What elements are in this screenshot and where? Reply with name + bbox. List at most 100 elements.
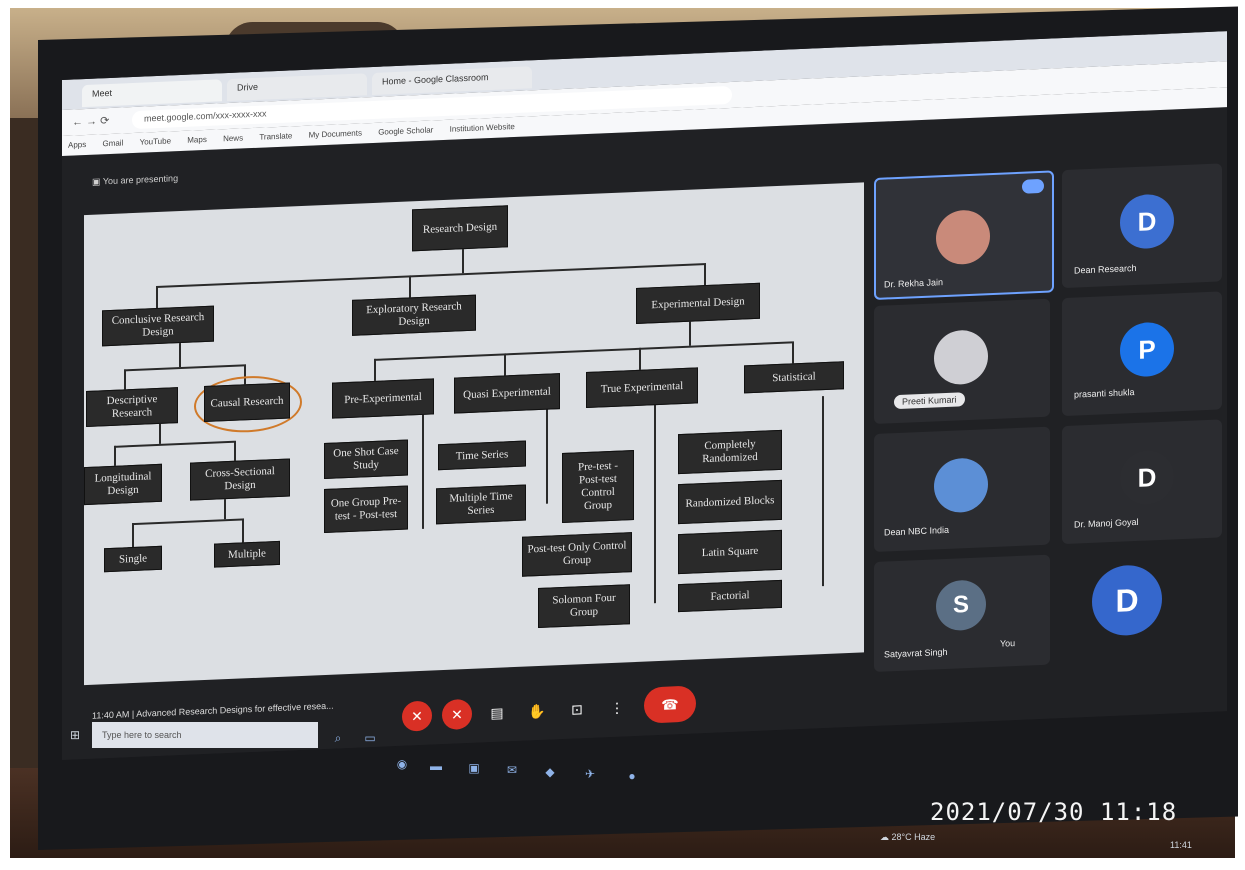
connector-line	[504, 353, 506, 376]
bookmark-item[interactable]: Maps	[187, 135, 207, 145]
camera-timestamp: 2021/07/30 11:18	[930, 798, 1178, 826]
participant-name: Dr. Rekha Jain	[884, 277, 944, 290]
participant-name: You	[1000, 638, 1016, 649]
monitor-screen: Meet Drive Home - Google Classroom ← → ⟳…	[62, 31, 1227, 760]
connector-line	[374, 341, 792, 361]
diagram-node-factorial: Factorial	[678, 579, 782, 613]
bookmark-item[interactable]: YouTube	[140, 136, 171, 146]
connector-line	[704, 263, 706, 286]
avatar: P	[1120, 321, 1174, 378]
diagram-node-root: Research Design	[412, 205, 508, 252]
participant-tile[interactable]: Dr. Rekha Jain	[874, 170, 1054, 300]
back-forward-icon[interactable]: ← → ⟳	[72, 114, 109, 129]
presenting-banner: ▣ You are presenting	[92, 173, 178, 188]
connector-line	[132, 518, 242, 526]
search-icon[interactable]: ⌕	[328, 728, 348, 748]
diagram-node-statistical: Statistical	[744, 361, 844, 394]
diagram-node-cross-sectional: Cross-Sectional Design	[190, 458, 290, 501]
hang-up-icon: ☎	[661, 695, 679, 713]
connector-line	[792, 341, 794, 364]
participant-tile[interactable]: Dean NBC India	[874, 426, 1050, 552]
participant-name: Dean NBC India	[884, 524, 950, 538]
diagram-node-pre-experimental: Pre-Experimental	[332, 378, 434, 419]
diagram-node-time-series: Time Series	[438, 440, 526, 471]
diagram-node-multiple-time-series: Multiple Time Series	[436, 484, 526, 525]
participant-tile[interactable]: P prasanti shukla	[1062, 291, 1222, 417]
taskbar: ⊞ Type here to search ⌕ ▭ ◉ ▬ ▣ ✉ ◆ ✈ ●	[70, 718, 710, 783]
connector-line	[224, 499, 226, 520]
connector-line	[242, 518, 244, 543]
avatar	[934, 457, 988, 514]
diagram-node-solomon: Solomon Four Group	[538, 584, 630, 629]
app-icon[interactable]: ✈	[580, 764, 600, 784]
diagram-node-quasi-experimental: Quasi Experimental	[454, 373, 560, 414]
tray-weather: ☁ 28°C Haze	[880, 832, 935, 843]
diagram-node-experimental: Experimental Design	[636, 282, 760, 324]
connector-line	[156, 285, 158, 309]
participant-tile[interactable]: D Dr. Manoj Goyal	[1062, 419, 1222, 545]
diagram-node-true-experimental: True Experimental	[586, 367, 698, 409]
diagram-node-randomized-blocks: Randomized Blocks	[678, 479, 782, 525]
windows-start-icon[interactable]: ⊞	[70, 728, 84, 742]
meeting-name: Advanced Research Designs for effective …	[136, 700, 334, 719]
connector-line	[114, 445, 116, 466]
speaking-indicator-icon	[1022, 178, 1044, 194]
participant-tile[interactable]: D Dean Research	[1062, 163, 1222, 289]
avatar	[934, 329, 988, 386]
connector-line	[124, 364, 244, 372]
participant-tile[interactable]: S Satyavrat Singh	[874, 554, 1050, 672]
participant-name: Preeti Kumari	[894, 392, 965, 410]
participant-name: Dr. Manoj Goyal	[1074, 516, 1139, 530]
present-icon: ▣	[92, 176, 103, 187]
connector-line	[374, 358, 376, 381]
taskbar-search-input[interactable]: Type here to search	[92, 722, 318, 748]
connector-line	[462, 249, 464, 274]
connector-line	[179, 343, 181, 368]
bookmark-item[interactable]: My Documents	[309, 128, 362, 139]
tray-clock: 11:41	[1170, 840, 1192, 850]
participant-name: Dean Research	[1074, 262, 1137, 276]
bookmark-item[interactable]: Apps	[68, 140, 86, 150]
connector-line	[822, 396, 824, 587]
chrome-icon[interactable]: ●	[622, 766, 642, 786]
mail-icon[interactable]: ✉	[502, 760, 522, 780]
connector-line	[546, 407, 548, 504]
diagram-node-causal: Causal Research	[204, 382, 290, 423]
diagram-node-latin-square: Latin Square	[678, 529, 782, 575]
edge-browser-icon[interactable]: ◉	[392, 754, 412, 774]
browser-tab-meet[interactable]: Meet	[82, 79, 222, 108]
diagram-node-conclusive: Conclusive Research Design	[102, 305, 214, 347]
diagram-node-descriptive: Descriptive Research	[86, 387, 178, 427]
participant-name: prasanti shukla	[1074, 387, 1135, 400]
participant-tile-self[interactable]: D You	[1000, 547, 1222, 664]
connector-line	[409, 275, 411, 298]
connector-line	[132, 522, 134, 548]
bookmark-item[interactable]: News	[223, 133, 243, 143]
bookmark-item[interactable]: Translate	[259, 131, 292, 141]
avatar: D	[1120, 193, 1174, 250]
diagram-node-pretest-posttest: Pre-test - Post-test Control Group	[562, 450, 634, 524]
diagram-node-multiple: Multiple	[214, 540, 280, 568]
shared-slide: Research Design Conclusive Research Desi…	[84, 182, 864, 686]
store-icon[interactable]: ▣	[464, 758, 484, 778]
diagram-node-one-shot: One Shot Case Study	[324, 439, 408, 480]
diagram-node-single: Single	[104, 545, 162, 573]
weather-icon: ☁	[880, 832, 892, 842]
avatar: D	[1120, 449, 1174, 506]
connector-line	[124, 369, 126, 390]
browser-tab-drive[interactable]: Drive	[227, 73, 367, 102]
task-view-icon[interactable]: ▭	[360, 728, 380, 748]
weather-text: 28°C Haze	[891, 832, 936, 842]
file-explorer-icon[interactable]: ▬	[426, 756, 446, 776]
bookmark-item[interactable]: Gmail	[102, 138, 123, 148]
connector-line	[654, 403, 656, 604]
bookmark-item[interactable]: Google Scholar	[378, 125, 433, 136]
connector-line	[689, 321, 691, 346]
connector-line	[156, 263, 704, 289]
diagram-node-one-group: One Group Pre-test - Post-test	[324, 485, 408, 534]
app-icon[interactable]: ◆	[540, 762, 560, 782]
present-icon: ⊡	[571, 700, 583, 718]
bookmark-item[interactable]: Institution Website	[450, 122, 515, 134]
connector-line	[639, 347, 641, 370]
participant-tile[interactable]: Preeti Kumari	[874, 298, 1050, 424]
